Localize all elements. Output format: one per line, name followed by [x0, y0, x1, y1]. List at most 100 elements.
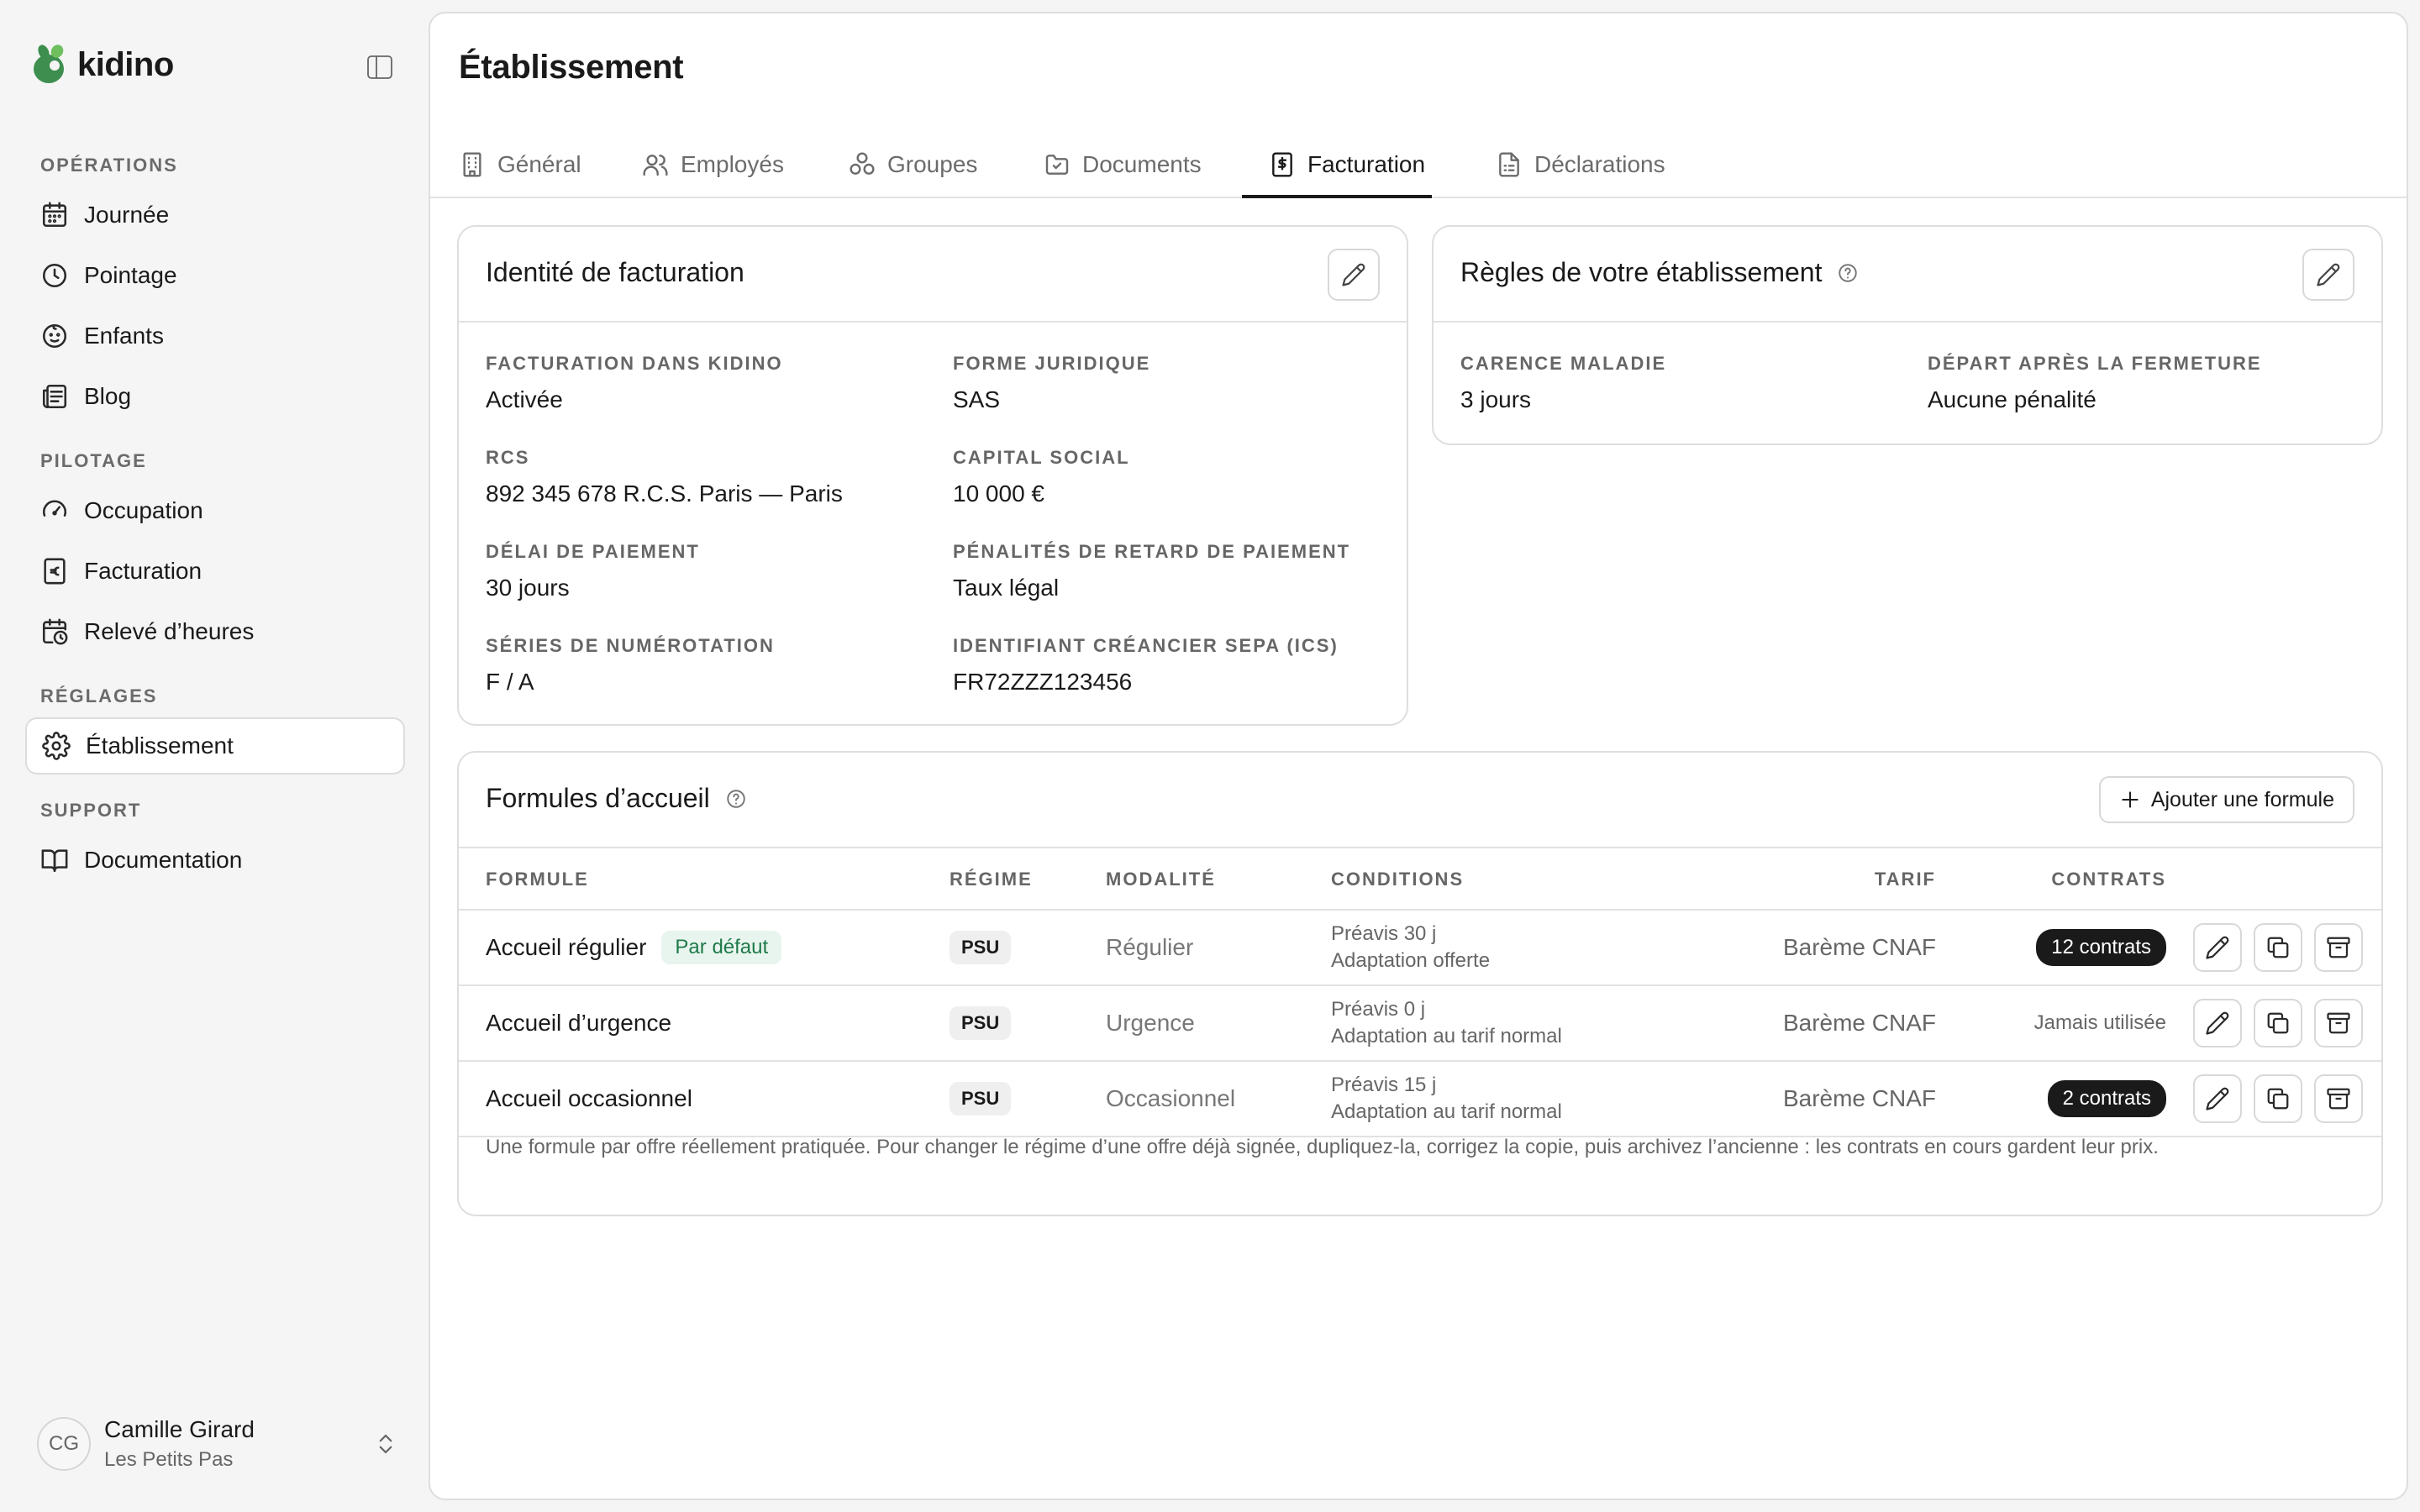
contracts-count-badge[interactable]: 12 contrats	[2036, 929, 2166, 966]
tab-general[interactable]: Général	[459, 131, 581, 198]
section-label-support: SUPPORT	[40, 800, 142, 821]
tab-bar: Général Employés Groupes Documents Factu…	[430, 131, 2407, 198]
avatar: CG	[37, 1417, 91, 1471]
folder-icon	[1045, 155, 1069, 175]
sidebar-item-facturation[interactable]: Facturation	[25, 543, 405, 600]
condition-adaptation: Adaptation au tarif normal	[1331, 1100, 1562, 1123]
duplicate-formula-button[interactable]	[2254, 999, 2302, 1047]
sidebar-item-blog[interactable]: Blog	[25, 368, 405, 425]
brand[interactable]: kidino	[30, 44, 174, 86]
field-delai-paiement: DÉLAI DE PAIEMENT 30 jours	[486, 541, 700, 601]
user-org: Les Petits Pas	[104, 1448, 234, 1471]
condition-adaptation: Adaptation offerte	[1331, 949, 1491, 972]
user-name: Camille Girard	[104, 1416, 255, 1442]
sidebar-item-label: Journée	[84, 202, 170, 228]
contracts-count-badge[interactable]: 2 contrats	[2047, 1080, 2166, 1117]
field-label: RCS	[486, 447, 530, 468]
default-badge: Par défaut	[661, 931, 782, 964]
regime-badge: PSU	[950, 1006, 1012, 1040]
edit-formula-button[interactable]	[2193, 999, 2242, 1047]
sidebar-item-occupation[interactable]: Occupation	[25, 482, 405, 539]
sidebar-item-journee[interactable]: Journée	[25, 186, 405, 244]
field-depart-apres-fermeture: DÉPART APRÈS LA FERMETURE Aucune pénalit…	[1928, 353, 2262, 413]
formula-name: Accueil occasionnel	[486, 1085, 692, 1111]
column-header-contrats: CONTRATS	[2051, 869, 2166, 890]
column-header-conditions: CONDITIONS	[1331, 869, 1465, 890]
field-facturation-kidino: FACTURATION DANS KIDINO Activée	[486, 353, 783, 413]
calendar-clock-icon	[42, 618, 68, 645]
sidebar-item-pointage[interactable]: Pointage	[25, 247, 405, 304]
table-row[interactable]: Accueil occasionnel PSU Occasionnel Préa…	[459, 1062, 2381, 1137]
edit-formula-button[interactable]	[2193, 1074, 2242, 1123]
tab-label: Employés	[681, 151, 784, 177]
field-series-numerotation: SÉRIES DE NUMÉROTATION F / A	[486, 635, 775, 696]
table-row[interactable]: Accueil régulier Par défaut PSU Régulier…	[459, 911, 2381, 986]
help-icon[interactable]	[1837, 262, 1859, 284]
section-label-reglages: RÉGLAGES	[40, 685, 158, 706]
archive-formula-button[interactable]	[2314, 999, 2363, 1047]
sidebar-item-documentation[interactable]: Documentation	[25, 832, 405, 889]
sidebar: kidino OPÉRATIONS Journée Pointage Enfan…	[0, 0, 429, 1512]
sidebar-item-label: Facturation	[84, 558, 203, 584]
field-forme-juridique: FORME JURIDIQUE SAS	[953, 353, 1150, 413]
field-label: IDENTIFIANT CRÉANCIER SEPA (ICS)	[953, 635, 1339, 656]
sidebar-item-enfants[interactable]: Enfants	[25, 307, 405, 365]
tab-documents[interactable]: Documents	[1044, 131, 1202, 198]
condition-preavis: Préavis 15 j	[1331, 1074, 1437, 1096]
sidebar-item-label: Établissement	[86, 732, 234, 759]
field-label: FORME JURIDIQUE	[953, 353, 1151, 374]
tab-declarations[interactable]: Déclarations	[1496, 131, 1665, 198]
section-label-pilotage: PILOTAGE	[40, 450, 147, 471]
condition-preavis: Préavis 30 j	[1331, 922, 1437, 945]
table-row[interactable]: Accueil d’urgence PSU Urgence Préavis 0 …	[459, 986, 2381, 1062]
calendar-icon	[42, 202, 67, 228]
modalite-text: Régulier	[1106, 934, 1194, 960]
help-icon[interactable]	[725, 788, 747, 810]
sidebar-item-label: Blog	[84, 383, 132, 409]
field-label: CARENCE MALADIE	[1460, 353, 1667, 374]
sidebar-item-label: Documentation	[84, 847, 243, 873]
copy-icon	[2267, 1012, 2289, 1034]
archive-icon	[2327, 1088, 2350, 1110]
card-title: Formules d’accueil	[486, 783, 747, 814]
groups-icon	[850, 152, 875, 175]
modalite-text: Urgence	[1106, 1010, 1195, 1036]
gear-icon	[42, 732, 71, 760]
brand-name: kidino	[77, 45, 174, 83]
kidino-logo-icon	[30, 44, 69, 86]
chevrons-up-down-icon	[379, 1434, 392, 1454]
duplicate-formula-button[interactable]	[2254, 923, 2302, 972]
gauge-icon	[43, 500, 66, 517]
archive-formula-button[interactable]	[2314, 923, 2363, 972]
tab-employes[interactable]: Employés	[642, 131, 784, 198]
sidebar-item-label: Pointage	[84, 262, 177, 288]
condition-preavis: Préavis 0 j	[1331, 998, 1426, 1021]
tab-groupes[interactable]: Groupes	[849, 131, 977, 198]
duplicate-formula-button[interactable]	[2254, 1074, 2302, 1123]
archive-formula-button[interactable]	[2314, 1074, 2363, 1123]
add-formula-button[interactable]: Ajouter une formule	[2098, 776, 2354, 823]
users-icon	[643, 155, 668, 176]
copy-icon	[2267, 937, 2289, 958]
regime-badge: PSU	[950, 931, 1012, 964]
tab-facturation[interactable]: Facturation	[1269, 131, 1425, 198]
field-carence-maladie: CARENCE MALADIE 3 jours	[1460, 353, 1666, 413]
edit-billing-identity-button[interactable]	[1328, 249, 1380, 301]
field-value: F / A	[486, 669, 534, 695]
table-header: FORMULE RÉGIME MODALITÉ CONDITIONS TARIF…	[459, 848, 2381, 911]
sidebar-toggle-icon	[367, 55, 392, 79]
field-value: 892 345 678 R.C.S. Paris — Paris	[486, 480, 843, 507]
edit-formula-button[interactable]	[2193, 923, 2242, 972]
book-icon	[41, 849, 68, 873]
field-ics: IDENTIFIANT CRÉANCIER SEPA (ICS) FR72ZZZ…	[953, 635, 1339, 696]
card-title-text: Formules d’accueil	[486, 783, 710, 813]
formula-name: Accueil régulier	[486, 934, 647, 960]
section-label-operations: OPÉRATIONS	[40, 155, 178, 176]
collapse-sidebar-button[interactable]	[363, 52, 397, 82]
user-menu[interactable]: CG Camille Girard Les Petits Pas	[37, 1416, 398, 1472]
edit-rules-button[interactable]	[2302, 249, 2354, 301]
file-icon	[1499, 152, 1519, 177]
sidebar-item-etablissement[interactable]: Établissement	[25, 717, 405, 774]
field-label: SÉRIES DE NUMÉROTATION	[486, 635, 775, 656]
sidebar-item-releve-heures[interactable]: Relevé d’heures	[25, 603, 405, 660]
